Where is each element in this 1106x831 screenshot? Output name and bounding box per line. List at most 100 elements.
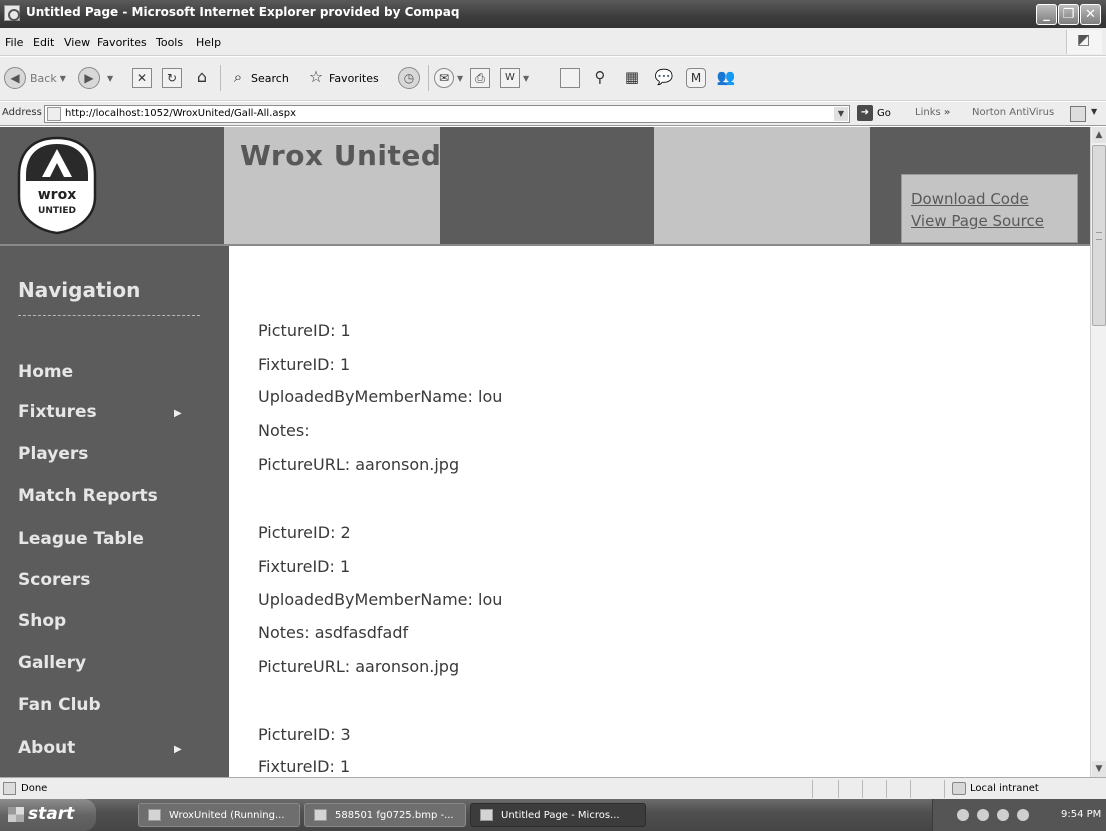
media-button[interactable]: M: [686, 63, 706, 93]
nav-item-fan-club[interactable]: Fan Club: [18, 695, 101, 715]
download-code-link[interactable]: Download Code: [911, 188, 1077, 210]
menu-file[interactable]: File: [5, 36, 23, 49]
picture-url-field: PictureURL: aaronson.jpg: [258, 455, 460, 474]
go-label: Go: [877, 107, 891, 119]
network-tray-icon[interactable]: [977, 809, 989, 821]
links-label: Links: [915, 107, 941, 118]
menu-view[interactable]: View: [64, 36, 90, 49]
nav-item-match-reports[interactable]: Match Reports: [18, 486, 158, 506]
scroll-up-icon[interactable]: ▲: [1092, 127, 1106, 143]
edit-dropdown-icon[interactable]: ▼: [523, 74, 529, 83]
address-url[interactable]: http://localhost:1052/WroxUnited/Gall-Al…: [65, 108, 296, 119]
taskbar-item-label: Untitled Page - Micros...: [501, 810, 620, 821]
taskbar-item-ie[interactable]: Untitled Page - Micros...: [470, 803, 646, 827]
forward-dropdown-icon[interactable]: ▼: [107, 74, 113, 83]
site-title: Wrox United: [240, 139, 440, 172]
navigation-divider: [18, 315, 200, 316]
edit-button[interactable]: W ▼: [500, 63, 529, 93]
messenger-button[interactable]: 💬: [654, 63, 674, 93]
windows-logo-icon: [8, 807, 24, 822]
fixtures-submenu-arrow-icon: ▶: [174, 408, 182, 419]
restore-button[interactable]: ❐: [1058, 4, 1079, 25]
menu-edit[interactable]: Edit: [33, 36, 54, 49]
volume-tray-icon[interactable]: [997, 809, 1009, 821]
about-submenu-arrow-icon: ▶: [174, 744, 182, 755]
search-icon: ⌕: [233, 68, 243, 86]
toolbar-tool-button[interactable]: ▦: [622, 63, 642, 93]
word-edit-icon: W: [500, 68, 520, 88]
home-button[interactable]: ⌂: [192, 63, 212, 93]
norton-icon[interactable]: [1070, 106, 1086, 122]
nav-item-shop[interactable]: Shop: [18, 611, 66, 631]
norton-dropdown-icon[interactable]: ▼: [1091, 107, 1097, 116]
status-pane: [812, 780, 813, 798]
windows-taskbar: start WroxUnited (Running... 588501 fg07…: [0, 799, 1106, 831]
address-bar: Address http://localhost:1052/WroxUnited…: [0, 102, 1106, 126]
menu-bar: File Edit View Favorites Tools Help: [0, 28, 1106, 56]
taskbar-item-bitmap[interactable]: 588501 fg0725.bmp -...: [304, 803, 466, 827]
refresh-button[interactable]: ↻: [162, 63, 182, 93]
svg-text:wrox: wrox: [38, 187, 77, 203]
address-dropdown-icon[interactable]: ▼: [834, 107, 848, 121]
standard-toolbar: ◀ Back ▼ ▶ ▼ ✕ ↻ ⌂ ⌕ Search ☆ Favorites …: [0, 57, 1106, 101]
print-button[interactable]: ⎙: [470, 63, 490, 93]
status-bar: Done Local intranet: [0, 777, 1106, 799]
toolbar-separator: [428, 65, 429, 91]
taskbar-item-label: WroxUnited (Running...: [169, 810, 285, 821]
svg-text:UNTIED: UNTIED: [38, 206, 76, 216]
stop-button[interactable]: ✕: [132, 63, 152, 93]
wrox-united-logo[interactable]: wrox UNTIED: [16, 135, 98, 235]
go-button[interactable]: ➜ Go: [857, 105, 891, 121]
picture-id-field: PictureID: 3: [258, 725, 351, 744]
mail-dropdown-icon[interactable]: ▼: [457, 74, 463, 83]
research-button[interactable]: ⚲: [590, 63, 610, 93]
links-button[interactable]: Links »: [915, 107, 950, 118]
stop-icon: ✕: [132, 68, 152, 88]
view-page-source-link[interactable]: View Page Source: [911, 210, 1077, 232]
nav-item-home[interactable]: Home: [18, 362, 73, 382]
tray-expand-icon[interactable]: [957, 809, 969, 821]
code-links-panel: Download Code View Page Source: [901, 174, 1078, 243]
taskbar-item-wroxunited[interactable]: WroxUnited (Running...: [138, 803, 300, 827]
favorites-label: Favorites: [329, 71, 379, 85]
scrollbar-thumb[interactable]: [1092, 145, 1106, 326]
discuss-button[interactable]: [560, 63, 580, 93]
nav-item-gallery[interactable]: Gallery: [18, 653, 86, 673]
virtual-machine-icon: [148, 809, 161, 821]
connection-tray-icon[interactable]: [1017, 809, 1029, 821]
nav-item-fixtures[interactable]: Fixtures: [18, 402, 97, 422]
uploaded-by-field: UploadedByMemberName: lou: [258, 590, 503, 609]
go-arrow-icon: ➜: [857, 105, 873, 121]
security-zone-text: Local intranet: [970, 783, 1039, 794]
people-button[interactable]: 👥: [716, 63, 736, 93]
nav-item-about[interactable]: About: [18, 738, 75, 758]
system-tray: 9:54 PM: [932, 799, 1106, 831]
search-button[interactable]: ⌕ Search: [228, 63, 289, 93]
history-button[interactable]: ◷: [398, 63, 424, 93]
fixture-id-field: FixtureID: 1: [258, 557, 351, 576]
page-done-icon: [3, 782, 16, 795]
close-button[interactable]: ✕: [1080, 4, 1101, 25]
menu-help[interactable]: Help: [196, 36, 221, 49]
address-input[interactable]: http://localhost:1052/WroxUnited/Gall-Al…: [44, 105, 850, 123]
forward-button[interactable]: ▶ ▼: [78, 63, 113, 93]
back-dropdown-icon[interactable]: ▼: [60, 74, 66, 83]
vertical-scrollbar[interactable]: ▲ ▼: [1090, 127, 1106, 777]
start-label: start: [28, 804, 75, 824]
norton-antivirus-button[interactable]: Norton AntiVirus: [972, 107, 1054, 118]
ie-app-icon[interactable]: [4, 5, 20, 21]
favorites-star-icon: ☆: [308, 67, 324, 86]
scroll-down-icon[interactable]: ▼: [1092, 761, 1106, 777]
nav-item-players[interactable]: Players: [18, 444, 88, 464]
start-button[interactable]: start: [0, 799, 96, 831]
back-button[interactable]: ◀ Back ▼: [4, 63, 66, 93]
site-header: wrox UNTIED Wrox United Download Code Vi…: [0, 127, 1090, 246]
nav-item-scorers[interactable]: Scorers: [18, 570, 90, 590]
system-clock[interactable]: 9:54 PM: [1061, 809, 1101, 820]
mail-button[interactable]: ✉ ▼: [434, 63, 463, 93]
menu-tools[interactable]: Tools: [156, 36, 183, 49]
minimize-button[interactable]: _: [1036, 4, 1057, 25]
favorites-button[interactable]: ☆ Favorites: [306, 63, 379, 93]
menu-favorites[interactable]: Favorites: [97, 36, 147, 49]
nav-item-league-table[interactable]: League Table: [18, 529, 144, 549]
